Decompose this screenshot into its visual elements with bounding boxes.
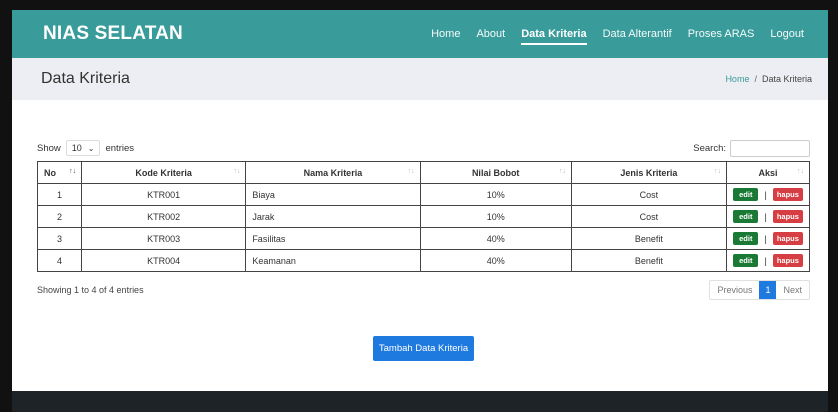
cell-bobot: 10% [419,205,572,228]
cell-nama: Biaya [245,183,421,206]
column-header-jenis[interactable]: Jenis Kriteria ↑↓ [570,161,728,184]
delete-button[interactable]: hapus [772,210,803,223]
delete-button[interactable]: hapus [772,188,803,201]
cell-no: 4 [36,249,83,272]
entries-label: entries [105,142,134,154]
action-separator: | [764,189,767,200]
table-row: 3 KTR003 Fasilitas 40% Benefit edit | ha… [36,227,810,250]
cell-kode: KTR001 [81,183,247,206]
search-input[interactable] [730,139,810,157]
edit-button[interactable]: edit [733,188,759,201]
nav-about[interactable]: About [476,10,505,58]
table-header-row: No ↑↓ Kode Kriteria ↑↓ Nama Kriteria ↑↓ Nil… [36,161,810,184]
table-row: 2 KTR002 Jarak 10% Cost edit | hapus [36,205,810,228]
column-header-nama[interactable]: Nama Kriteria ↑↓ [245,161,421,184]
cell-no: 2 [36,205,83,228]
cell-kode: KTR004 [81,249,247,272]
cell-bobot: 40% [419,249,572,272]
breadcrumb-home[interactable]: Home [725,74,749,84]
cell-no: 1 [36,183,83,206]
cell-aksi: edit | hapus [726,205,810,228]
nav-home[interactable]: Home [431,10,460,58]
page-title: Data Kriteria [41,70,130,87]
cell-jenis: Benefit [570,249,728,272]
cell-kode: KTR003 [81,227,247,250]
column-header-bobot[interactable]: Nilai Bobot ↑↓ [419,161,572,184]
sort-icon: ↑↓ [797,168,804,175]
table-footer: Showing 1 to 4 of 4 entries Previous 1 N… [37,280,810,300]
pagination: Previous 1 Next [709,280,810,300]
edit-button[interactable]: edit [733,254,759,267]
chevron-down-icon: ⌄ [87,143,95,153]
cell-aksi: edit | hapus [726,227,810,250]
pagination-next[interactable]: Next [776,281,809,299]
sort-icon: ↑↓ [558,168,566,175]
brand-logo[interactable]: NIAS SELATAN [43,23,183,45]
action-separator: | [764,255,767,266]
delete-button[interactable]: hapus [772,232,803,245]
cell-aksi: edit | hapus [726,183,810,206]
search-label: Search: [693,142,726,154]
cell-aksi: edit | hapus [726,249,810,272]
edit-button[interactable]: edit [733,210,759,223]
cell-jenis: Benefit [570,227,728,250]
action-separator: | [764,211,767,222]
sort-icon: ↑↓ [233,168,241,175]
table-row: 4 KTR004 Keamanan 40% Benefit edit | hap… [36,249,810,272]
edit-button[interactable]: edit [733,232,759,245]
delete-button[interactable]: hapus [772,254,803,267]
entries-select[interactable]: 10 ⌄ [65,140,101,156]
main-content: Show 10 ⌄ entries Search: No ↑↓ Kode Krit… [12,100,828,361]
nav-data-kriteria[interactable]: Data Kriteria [521,10,588,58]
cell-nama: Fasilitas [245,227,421,250]
breadcrumb-separator: / [754,74,757,84]
column-header-kode[interactable]: Kode Kriteria ↑↓ [81,161,247,184]
add-kriteria-button[interactable]: Tambah Data Kriteria [372,336,475,361]
breadcrumb-current: Data Kriteria [761,74,812,84]
breadcrumb: Home / Data Kriteria [725,74,812,84]
nav-logout[interactable]: Logout [770,10,804,58]
entries-value: 10 [71,143,82,153]
cell-bobot: 10% [419,183,572,206]
cell-nama: Jarak [245,205,421,228]
sort-icon: ↑↓ [714,168,722,175]
cell-jenis: Cost [570,205,728,228]
sort-icon: ↑↓ [407,168,415,175]
column-header-no[interactable]: No ↑↓ [36,161,83,184]
show-label: Show [37,142,61,154]
cell-kode: KTR002 [81,205,247,228]
column-header-aksi[interactable]: Aksi ↑↓ [726,161,810,184]
add-button-wrap: Tambah Data Kriteria [37,336,810,361]
app-frame: NIAS SELATAN Home About Data Kriteria Da… [12,10,828,412]
nav-data-alternatif[interactable]: Data Alterantif [603,10,672,58]
footer-bar [12,391,828,412]
navbar: NIAS SELATAN Home About Data Kriteria Da… [12,10,828,58]
pagination-page-1[interactable]: 1 [759,281,777,299]
cell-no: 3 [36,227,83,250]
action-separator: | [764,233,767,244]
table-row: 1 KTR001 Biaya 10% Cost edit | hapus [36,183,810,206]
pagination-previous[interactable]: Previous [710,281,759,299]
cell-nama: Keamanan [245,249,421,272]
page-header: Data Kriteria Home / Data Kriteria [12,58,828,100]
table-info: Showing 1 to 4 of 4 entries [37,285,144,295]
search-group: Search: [693,139,810,157]
kriteria-table: No ↑↓ Kode Kriteria ↑↓ Nama Kriteria ↑↓ Nil… [36,161,810,272]
sort-asc-icon: ↑↓ [69,168,77,175]
nav-proses-aras[interactable]: Proses ARAS [688,10,755,58]
cell-bobot: 40% [419,227,572,250]
nav-menu: Home About Data Kriteria Data Alterantif… [415,10,804,58]
cell-jenis: Cost [570,183,728,206]
table-controls: Show 10 ⌄ entries Search: [37,138,810,158]
